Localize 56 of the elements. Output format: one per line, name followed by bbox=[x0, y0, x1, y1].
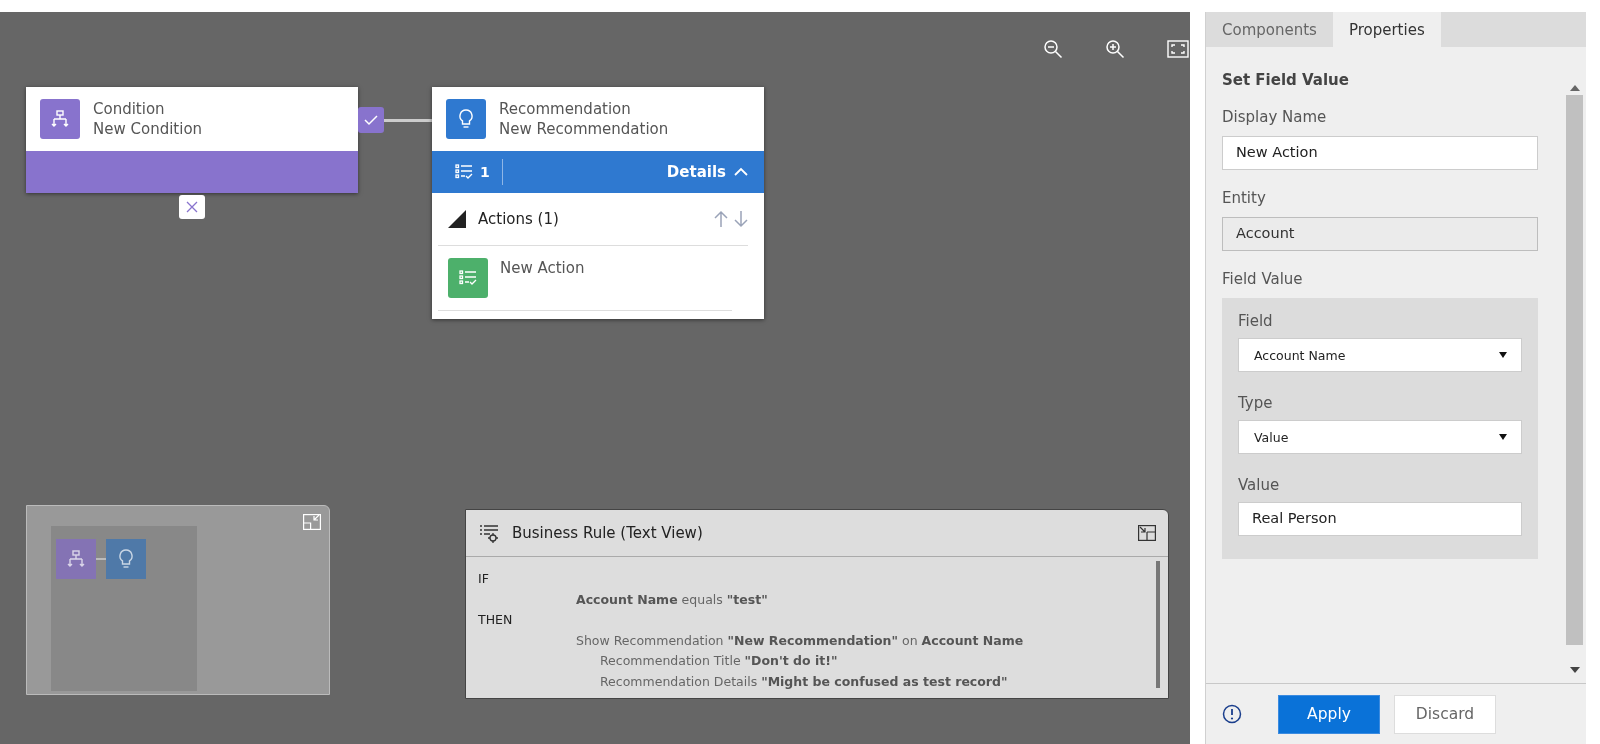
rule-text: Recommendation Title "Don't do it!" bbox=[599, 652, 839, 670]
rule-text: Recommendation Details "Might be confused as test record" bbox=[599, 672, 1009, 691]
collapse-icon[interactable] bbox=[303, 514, 321, 530]
input-field[interactable]: Real Person bbox=[1238, 502, 1522, 536]
field-label: Type bbox=[1238, 394, 1274, 412]
panel-tab[interactable]: Properties bbox=[1332, 12, 1441, 47]
input-field[interactable]: New Action bbox=[1222, 136, 1538, 170]
node-card[interactable]: Recommendation New Recommendation 1 Details Actions (1) New Action bbox=[432, 87, 764, 319]
action-count: 1 bbox=[480, 164, 490, 180]
caret-icon bbox=[1498, 351, 1508, 359]
rule-keyword: IF bbox=[478, 570, 490, 588]
dropdown[interactable]: Value bbox=[1238, 420, 1522, 454]
down-arrow-icon[interactable] bbox=[734, 210, 748, 228]
apply-button[interactable]: Apply bbox=[1278, 694, 1380, 734]
up-arrow-icon[interactable] bbox=[714, 210, 728, 228]
node-type: Recommendation bbox=[499, 99, 632, 119]
field-label: Field bbox=[1238, 312, 1274, 330]
scrollbar[interactable] bbox=[1156, 561, 1160, 688]
fit-to-screen-icon[interactable] bbox=[1167, 40, 1189, 58]
field-label: Value bbox=[1238, 476, 1281, 494]
section-heading: Set Field Value bbox=[1222, 71, 1350, 89]
field-label: Entity bbox=[1222, 189, 1267, 207]
chevron-icon bbox=[734, 167, 748, 177]
connector-line bbox=[384, 119, 432, 122]
flowchart-icon bbox=[56, 539, 96, 579]
dropdown[interactable]: Account Name bbox=[1238, 338, 1522, 372]
zoom-out-icon[interactable] bbox=[1042, 38, 1064, 60]
node-title: New Recommendation bbox=[499, 119, 669, 139]
node-type: Condition bbox=[93, 99, 166, 119]
lightbulb-icon bbox=[446, 99, 486, 139]
discard-button[interactable]: Discard bbox=[1394, 694, 1496, 734]
field-label: Field Value bbox=[1222, 270, 1304, 288]
caret-icon bbox=[1498, 433, 1508, 441]
field-label: Display Name bbox=[1222, 108, 1328, 126]
node-title: New Condition bbox=[93, 119, 203, 139]
text-view-title: Business Rule (Text View) bbox=[512, 524, 704, 542]
section-label: Actions (1) bbox=[478, 210, 560, 228]
info-icon[interactable] bbox=[1222, 704, 1242, 724]
details-toggle[interactable]: Details bbox=[650, 151, 764, 193]
check-icon[interactable] bbox=[358, 107, 384, 133]
zoom-in-icon[interactable] bbox=[1104, 38, 1126, 60]
scroll-down-icon bbox=[1569, 667, 1580, 673]
action-name[interactable]: New Action bbox=[500, 258, 585, 278]
list-settings-icon bbox=[478, 522, 500, 544]
rule-text: Account Name equals "test" bbox=[575, 590, 769, 609]
checklist-icon bbox=[448, 258, 488, 298]
rule-text: Show Recommendation "New Recommendation" on Account Name bbox=[575, 631, 1025, 650]
lightbulb-icon bbox=[106, 539, 146, 579]
triangle-icon[interactable] bbox=[448, 210, 466, 228]
close-icon[interactable] bbox=[179, 195, 205, 219]
readonly-field: Account bbox=[1222, 217, 1538, 251]
flowchart-icon bbox=[40, 99, 80, 139]
node-card[interactable]: Condition New Condition bbox=[26, 87, 358, 193]
expand-icon[interactable] bbox=[1138, 525, 1156, 541]
scroll-up-icon bbox=[1569, 85, 1580, 91]
rule-keyword: THEN bbox=[478, 611, 514, 629]
